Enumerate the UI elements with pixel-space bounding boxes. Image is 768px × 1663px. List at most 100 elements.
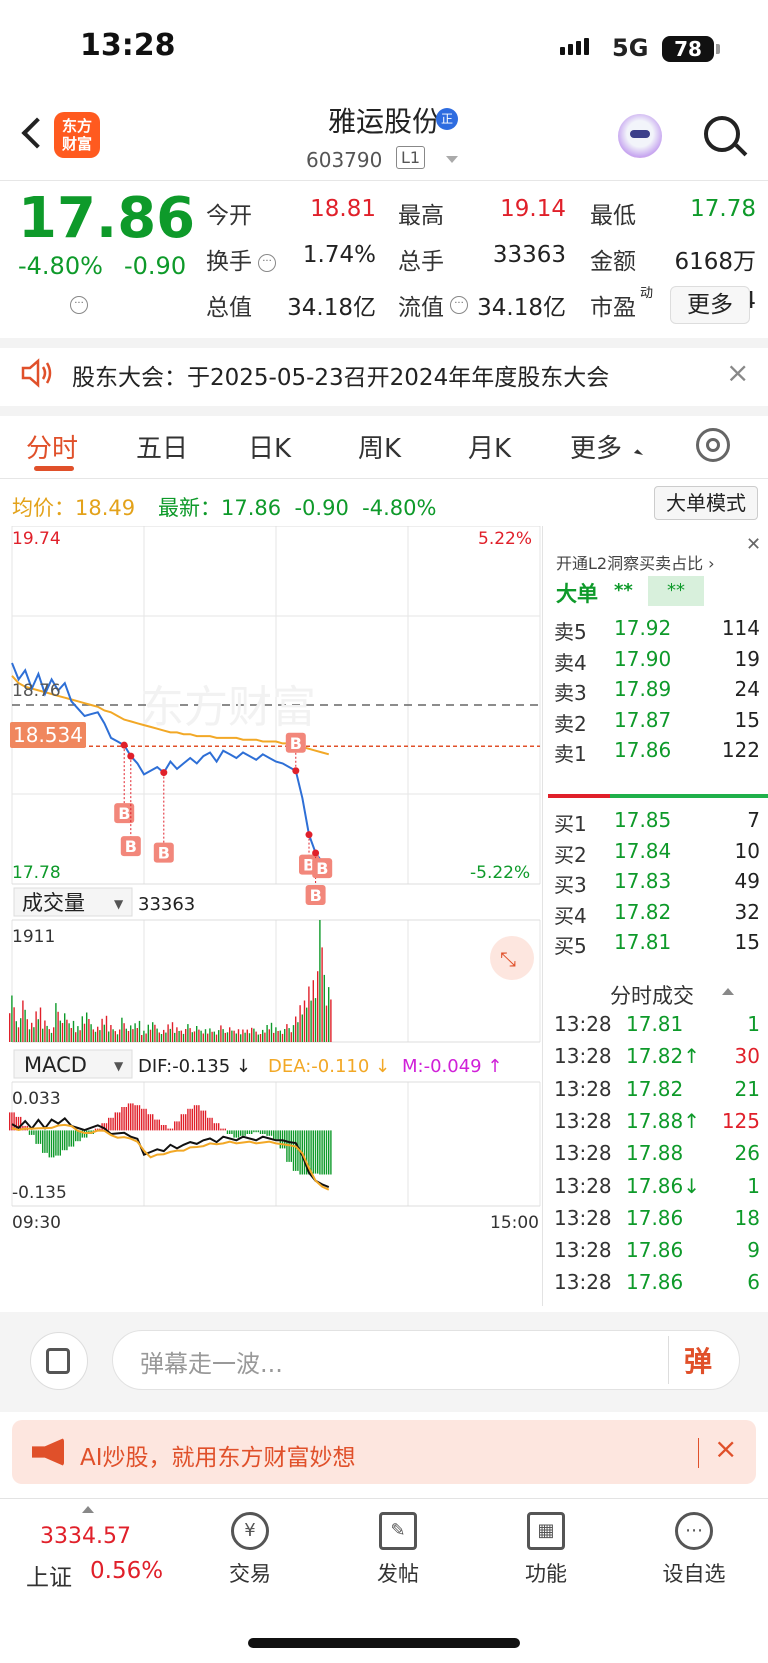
latest-price-label: 最新：17.86 -0.90 -4.80% <box>158 496 437 520</box>
macd-bars <box>9 1103 332 1175</box>
macd-bar <box>237 1130 240 1138</box>
prev-close-label: 18.76 <box>12 681 61 701</box>
volume-bar <box>211 1031 213 1042</box>
order-row[interactable]: 卖1 17.86 122 <box>554 738 760 770</box>
close-icon[interactable]: × <box>714 1432 737 1465</box>
macd-bar <box>185 1114 187 1131</box>
macd-bar <box>46 1130 48 1153</box>
nav-trade[interactable]: ¥ 交易 <box>200 1512 300 1588</box>
quote-label: 换手 <box>206 249 252 275</box>
tick-row: 13:28 17.88↑ 125 <box>554 1109 760 1143</box>
macd-bar <box>200 1110 202 1131</box>
volume-bar <box>26 1019 28 1042</box>
big-order-value: ** <box>614 580 633 601</box>
volume-bar <box>174 1032 176 1042</box>
info-icon[interactable]: ··· <box>70 296 88 314</box>
big-order-label: 大单 <box>556 582 598 606</box>
tab-more[interactable]: 更多 <box>570 428 622 465</box>
order-row[interactable]: 买4 17.82 32 <box>554 900 760 932</box>
order-label: 卖4 <box>554 650 587 675</box>
order-price: 17.85 <box>614 808 672 832</box>
order-price: 17.84 <box>614 838 672 863</box>
close-icon[interactable]: × <box>726 356 749 389</box>
battery-icon: 78 <box>662 36 714 62</box>
ticks-title[interactable]: 分时成交 <box>610 980 694 1010</box>
macd-bar <box>207 1117 209 1131</box>
volume-label: 成交量 <box>22 891 85 915</box>
macd-bar <box>114 1112 116 1131</box>
index-pct[interactable]: 0.56% <box>90 1558 163 1584</box>
order-row[interactable]: 买5 17.81 15 <box>554 930 760 962</box>
macd-bar <box>68 1130 70 1147</box>
buy-markers: BB BBBBB <box>114 732 333 905</box>
info-icon[interactable]: ··· <box>450 296 468 314</box>
macd-bar <box>39 1130 42 1144</box>
tab-intraday[interactable]: 分时 <box>26 428 78 465</box>
order-row[interactable]: 卖3 17.89 24 <box>554 677 760 709</box>
notice-text[interactable]: 股东大会：于2025-05-23召开2024年年度股东大会 <box>72 358 609 392</box>
order-row[interactable]: 买3 17.83 49 <box>554 869 760 901</box>
buy-marker-label: B <box>125 837 137 856</box>
order-row[interactable]: 卖2 17.87 15 <box>554 708 760 740</box>
send-danmaku-button[interactable]: 弹 <box>684 1340 712 1380</box>
order-row[interactable]: 买2 17.84 10 <box>554 839 760 871</box>
tab-monthly-k[interactable]: 月K <box>468 428 511 465</box>
index-name[interactable]: 上证 <box>26 1558 72 1592</box>
volume-bar <box>207 1033 209 1042</box>
macd-bar <box>229 1130 231 1134</box>
tick-time: 13:28 <box>554 1012 612 1036</box>
volume-bar <box>39 1007 42 1042</box>
nav-functions[interactable]: ▦ 功能 <box>496 1512 596 1588</box>
volume-bar <box>200 1030 202 1042</box>
chevron-down-icon[interactable] <box>446 156 458 163</box>
volume-bar <box>235 1033 237 1042</box>
tick-vol: 125 <box>721 1108 760 1133</box>
volume-bar <box>92 1029 94 1042</box>
l2-promo-link[interactable]: 开通L2洞察买卖占比 › <box>556 550 715 574</box>
order-row[interactable]: 卖5 17.92 114 <box>554 616 760 648</box>
order-price: 17.86 <box>614 738 672 762</box>
more-button[interactable]: 更多 <box>670 286 750 324</box>
volume-bar <box>171 1022 174 1042</box>
buy-marker-dot <box>160 769 168 777</box>
volume-bar <box>114 1031 116 1042</box>
macd-bar <box>222 1128 224 1131</box>
ai-banner-text[interactable]: AI炒股，就用东方财富妙想 <box>80 1438 356 1472</box>
volume-bar <box>218 1030 220 1042</box>
intraday-chart[interactable]: 东方财富 BB BBBBB 19.74 5.22% 18.76 18.534 17… <box>0 526 542 1306</box>
order-row[interactable]: 买1 17.85 7 <box>554 808 760 840</box>
order-price: 17.82 <box>614 899 672 924</box>
volume-bar <box>105 1015 108 1042</box>
volume-bar <box>196 1026 198 1042</box>
macd-bar <box>262 1130 264 1134</box>
chevron-up-icon[interactable] <box>722 988 734 995</box>
chevron-up-icon[interactable] <box>82 1506 94 1513</box>
volume-bar <box>158 1032 160 1042</box>
pct-top-label: 5.22% <box>478 529 532 549</box>
grid-icon: ▦ <box>527 1512 565 1550</box>
volume-bar <box>295 1016 297 1042</box>
order-row[interactable]: 卖4 17.90 19 <box>554 647 760 679</box>
volume-bar <box>330 999 332 1042</box>
order-price: 17.90 <box>614 646 672 671</box>
volume-bar <box>297 1022 299 1042</box>
macd-bar <box>275 1130 277 1140</box>
edit-icon: ✎ <box>379 1512 417 1550</box>
tab-weekly-k[interactable]: 周K <box>358 428 401 465</box>
macd-bar <box>325 1130 328 1175</box>
dea-value: DEA:-0.110 ↓ <box>268 1056 390 1077</box>
tab-five-day[interactable]: 五日 <box>136 428 188 465</box>
tab-underline <box>34 466 74 471</box>
nav-post[interactable]: ✎ 发帖 <box>348 1512 448 1588</box>
macd-bar <box>242 1130 244 1136</box>
tab-daily-k[interactable]: 日K <box>248 428 291 465</box>
info-icon[interactable]: ··· <box>258 254 276 272</box>
volume-bar <box>292 1025 295 1042</box>
nav-add-watchlist[interactable]: ⋯ 设自选 <box>644 1512 744 1588</box>
macd-bar <box>169 1128 171 1131</box>
volume-bar <box>90 1024 92 1042</box>
big-order-mode-button[interactable]: 大单模式 <box>654 486 758 520</box>
close-icon[interactable]: ✕ <box>746 534 761 555</box>
divider <box>0 406 768 416</box>
index-value[interactable]: 3334.57 <box>40 1524 131 1549</box>
